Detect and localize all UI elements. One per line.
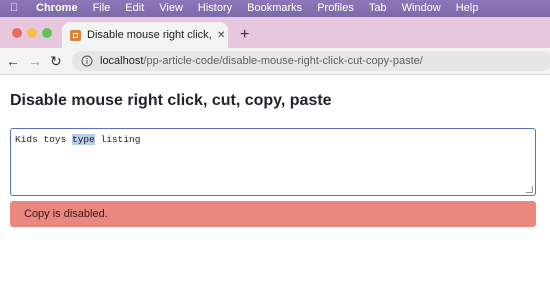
menu-history[interactable]: History xyxy=(198,0,232,17)
macos-menubar:  Chrome File Edit View History Bookmark… xyxy=(0,0,550,17)
text-area-input[interactable]: Kids toys type listing xyxy=(10,128,536,196)
back-arrow-icon[interactable]: ← xyxy=(6,52,20,70)
tab-title: Disable mouse right click, cut, xyxy=(87,29,213,41)
tab-strip: Disable mouse right click, cut, ✕ + xyxy=(0,17,550,48)
menu-file[interactable]: File xyxy=(93,0,111,17)
zoom-window-button[interactable] xyxy=(42,28,52,38)
browser-tab-active[interactable]: Disable mouse right click, cut, ✕ xyxy=(62,22,228,48)
copy-disabled-alert: Copy is disabled. xyxy=(10,201,536,227)
tab-close-icon[interactable]: ✕ xyxy=(217,30,225,41)
apple-icon[interactable]:  xyxy=(10,0,22,17)
url-path: /pp-article-code/disable-mouse-right-cli… xyxy=(143,55,423,67)
reload-icon[interactable]: ↻ xyxy=(50,52,62,70)
menu-edit[interactable]: Edit xyxy=(125,0,144,17)
address-bar[interactable]: localhost/pp-article-code/disable-mouse-… xyxy=(72,51,550,71)
textarea-text-after: listing xyxy=(94,134,141,145)
textarea-text-before: Kids toys xyxy=(15,134,73,145)
menu-profiles[interactable]: Profiles xyxy=(317,0,354,17)
menu-help[interactable]: Help xyxy=(456,0,479,17)
menu-tab[interactable]: Tab xyxy=(369,0,387,17)
menu-bookmarks[interactable]: Bookmarks xyxy=(247,0,302,17)
selected-text: type xyxy=(72,134,95,145)
new-tab-button[interactable]: + xyxy=(240,27,249,43)
menu-window[interactable]: Window xyxy=(402,0,441,17)
minimize-window-button[interactable] xyxy=(27,28,37,38)
site-info-icon[interactable] xyxy=(81,55,93,67)
menu-view[interactable]: View xyxy=(159,0,183,17)
favicon-icon xyxy=(70,29,81,41)
page-title: Disable mouse right click, cut, copy, pa… xyxy=(10,92,332,109)
forward-arrow-icon[interactable]: → xyxy=(28,52,42,70)
url-host: localhost xyxy=(100,55,144,67)
close-window-button[interactable] xyxy=(12,28,22,38)
browser-toolbar: ← → ↻ localhost/pp-article-code/disable-… xyxy=(0,48,550,75)
resize-handle-icon[interactable] xyxy=(526,186,533,193)
menu-chrome[interactable]: Chrome xyxy=(36,0,78,17)
